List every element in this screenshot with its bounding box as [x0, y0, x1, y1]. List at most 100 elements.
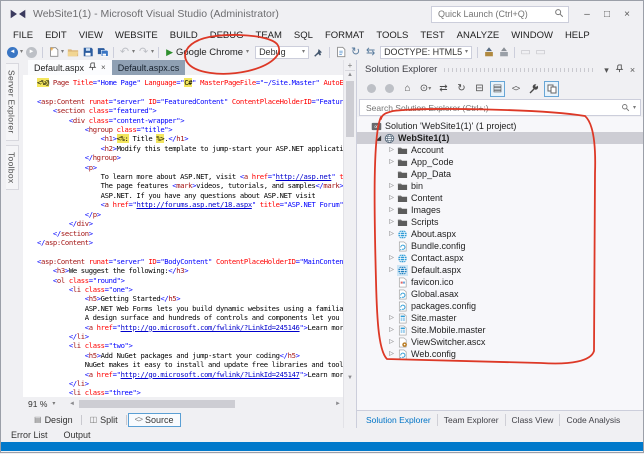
scroll-left-arrow[interactable]: ◄ [67, 401, 77, 407]
page-inspector-button[interactable] [333, 45, 348, 60]
scroll-up-arrow[interactable]: ▲ [347, 71, 353, 79]
menu-item-format[interactable]: FORMAT [319, 28, 370, 43]
pin-icon[interactable] [88, 62, 97, 73]
publish-button[interactable] [481, 45, 496, 60]
tree-item-global-asax[interactable]: Global.asax [357, 288, 643, 300]
save-all-button[interactable] [95, 45, 110, 60]
expander-collapsed-icon[interactable]: ▷ [387, 231, 396, 237]
solution-search[interactable]: ▾ [359, 99, 641, 116]
vertical-scrollbar-thumb[interactable] [346, 81, 354, 137]
sidebar-tab-server-explorer[interactable]: Server Explorer [6, 63, 19, 141]
horizontal-scrollbar-thumb[interactable] [79, 400, 235, 408]
minimize-button[interactable]: – [577, 5, 597, 23]
menu-item-view[interactable]: VIEW [73, 28, 109, 43]
view-tab-split[interactable]: ◫Split [83, 413, 125, 427]
scroll-down-arrow[interactable]: ▼ [347, 374, 353, 382]
search-icon[interactable] [554, 5, 564, 23]
tree-item-images[interactable]: ▷Images [357, 204, 643, 216]
maximize-button[interactable]: □ [597, 5, 617, 23]
editor-splitter-handle[interactable]: + [345, 60, 355, 71]
browser-link-button[interactable]: ⇆ [363, 45, 378, 60]
menu-item-test[interactable]: TEST [414, 28, 450, 43]
package-button[interactable] [496, 45, 511, 60]
pin-icon[interactable] [613, 64, 626, 73]
panel-tab-team-explorer[interactable]: Team Explorer [438, 414, 506, 426]
menu-item-file[interactable]: FILE [7, 28, 39, 43]
tab-default-aspx-cs[interactable]: Default.aspx.cs [112, 60, 186, 75]
open-file-button[interactable] [65, 45, 80, 60]
expander-collapsed-icon[interactable]: ▷ [387, 147, 396, 153]
horizontal-scrollbar[interactable] [79, 399, 331, 409]
view-code-button[interactable]: <> [508, 81, 523, 97]
menu-item-window[interactable]: WINDOW [505, 28, 559, 43]
expander-collapsed-icon[interactable]: ▷ [387, 327, 396, 333]
menu-item-build[interactable]: BUILD [164, 28, 204, 43]
bottom-tab-output[interactable]: Output [64, 430, 91, 440]
expander-collapsed-icon[interactable]: ▷ [387, 219, 396, 225]
chevron-down-icon[interactable]: ▾ [633, 105, 636, 111]
tree-item-content[interactable]: ▷Content [357, 192, 643, 204]
quick-launch-input[interactable] [436, 8, 554, 20]
expander-collapsed-icon[interactable]: ▷ [387, 339, 396, 345]
run-button[interactable]: ▶Google Chrome▾ [162, 45, 253, 60]
refresh-button[interactable]: ↻ [454, 81, 469, 97]
tree-item-bundle-config[interactable]: Bundle.config [357, 240, 643, 252]
menu-item-website[interactable]: WEBSITE [109, 28, 164, 43]
bottom-tab-error-list[interactable]: Error List [11, 430, 48, 440]
settings-button[interactable] [526, 81, 541, 97]
properties-button[interactable]: ▤ [490, 81, 505, 97]
solution-search-input[interactable] [364, 102, 618, 114]
tree-item-website1-1[interactable]: ◢WebSite1(1) [357, 132, 643, 144]
tree-item-site-mobile-master[interactable]: ▷Site.Mobile.master [357, 324, 643, 336]
sync-with-active-document-button[interactable]: ⇄ [436, 81, 451, 97]
tab-default-aspx[interactable]: Default.aspx× [28, 60, 112, 75]
panel-tab-solution-explorer[interactable]: Solution Explorer [360, 414, 438, 426]
vertical-scrollbar-track[interactable] [344, 79, 356, 374]
chevron-down-icon[interactable]: ▾ [600, 65, 613, 76]
expander-collapsed-icon[interactable]: ▷ [387, 351, 396, 357]
view-tab-source[interactable]: <>Source [128, 413, 181, 427]
tree-item-web-config[interactable]: ▷Web.config [357, 348, 643, 360]
close-button[interactable]: × [617, 5, 637, 23]
expander-collapsed-icon[interactable]: ▷ [387, 183, 396, 189]
save-button[interactable] [80, 45, 95, 60]
expander-collapsed-icon[interactable]: ▷ [387, 255, 396, 261]
panel-tab-code-analysis[interactable]: Code Analysis [560, 414, 626, 426]
expander-collapsed-icon[interactable]: ▷ [387, 315, 396, 321]
search-icon[interactable] [621, 99, 630, 117]
menu-item-tools[interactable]: TOOLS [370, 28, 414, 43]
panel-tab-class-view[interactable]: Class View [506, 414, 561, 426]
tree-item-about-aspx[interactable]: ▷About.aspx [357, 228, 643, 240]
tree-item-app-data[interactable]: App_Data [357, 168, 643, 180]
menu-item-sql[interactable]: SQL [288, 28, 319, 43]
tree-item-app-code[interactable]: ▷App_Code [357, 156, 643, 168]
tree-item-favicon-ico[interactable]: favicon.ico [357, 276, 643, 288]
menu-item-analyze[interactable]: ANALYZE [451, 28, 506, 43]
collapse-all-button[interactable]: ⊟ [472, 81, 487, 97]
refresh-linked-browsers-button[interactable]: ↻ [348, 45, 363, 60]
tree-item-viewswitcher-ascx[interactable]: ▷ViewSwitcher.ascx [357, 336, 643, 348]
editor-vertical-scrollbar[interactable]: + ▲ ▼ [343, 60, 356, 428]
show-all-files-button[interactable] [544, 81, 559, 97]
tree-item-contact-aspx[interactable]: ▷Contact.aspx [357, 252, 643, 264]
quick-launch[interactable] [431, 6, 569, 23]
menu-item-debug[interactable]: DEBUG [204, 28, 250, 43]
new-project-button[interactable]: ▾ [46, 45, 65, 60]
expander-collapsed-icon[interactable]: ▷ [387, 159, 396, 165]
doctype-select[interactable]: DOCTYPE: HTML5▾ [380, 46, 472, 59]
expander-expanded-icon[interactable]: ◢ [374, 135, 383, 142]
tree-item-packages-config[interactable]: packages.config [357, 300, 643, 312]
menu-item-edit[interactable]: EDIT [39, 28, 73, 43]
menu-item-team[interactable]: TEAM [250, 28, 288, 43]
view-tab-design[interactable]: ▤Design [27, 413, 80, 427]
zoom-level-select[interactable]: 91 %▾ [25, 399, 65, 409]
sidebar-tab-toolbox[interactable]: Toolbox [6, 145, 19, 190]
scope-button[interactable]: ⊙▾ [418, 81, 433, 97]
debug-config-select[interactable]: Debug▾ [255, 46, 309, 59]
expander-collapsed-icon[interactable]: ▷ [387, 207, 396, 213]
close-icon[interactable]: × [101, 64, 106, 72]
nav-back-button[interactable]: ◄▾ [5, 45, 24, 60]
code-editor[interactable]: <%@ Page Title="Home Page" Language="C#"… [23, 75, 343, 397]
tree-item-scripts[interactable]: ▷Scripts [357, 216, 643, 228]
tree-item-default-aspx[interactable]: ▷Default.aspx [357, 264, 643, 276]
